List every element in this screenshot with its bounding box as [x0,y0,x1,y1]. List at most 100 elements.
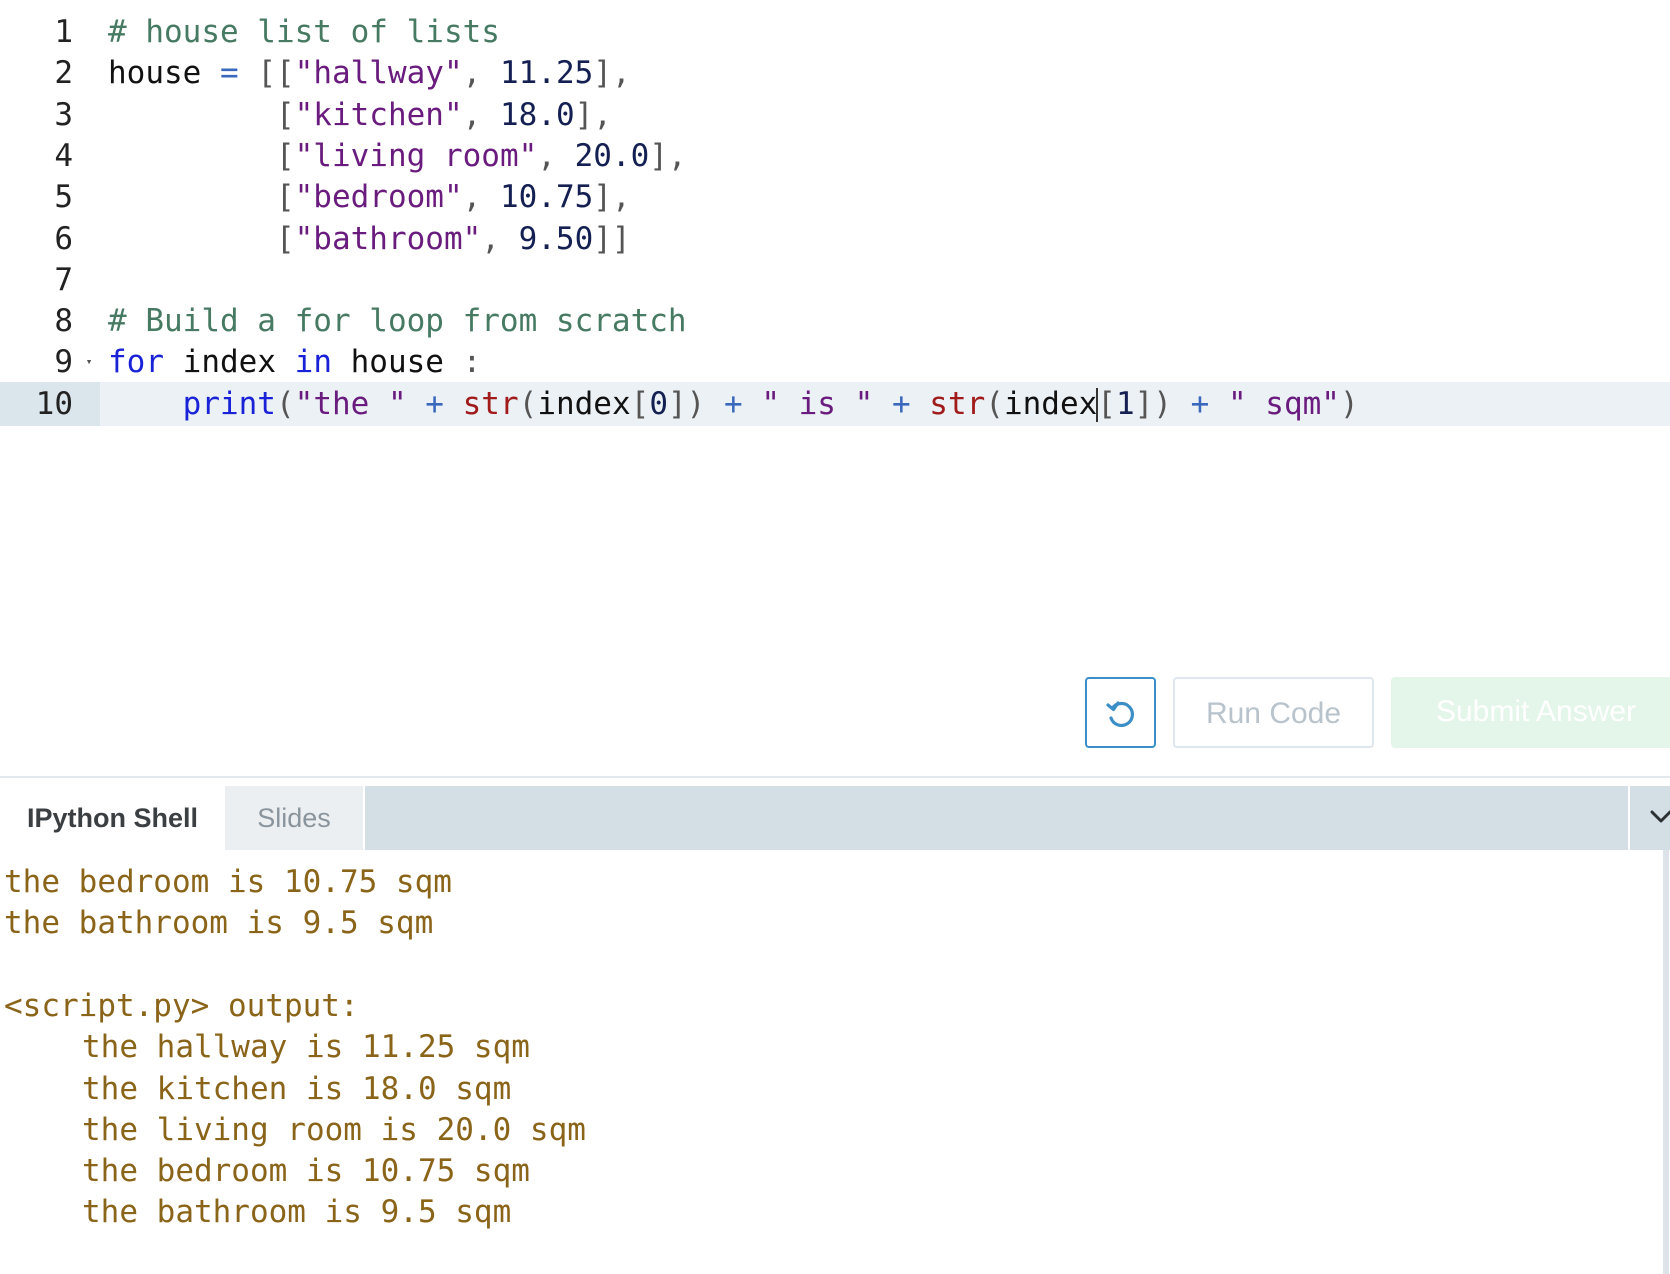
code-token: index [537,385,631,422]
code-line[interactable]: 3 ["kitchen", 18.0], [0,93,1670,137]
code-token: "bathroom" [294,220,482,257]
code-text: ["bathroom", 9.50]] [108,217,631,261]
code-token: 0 [649,385,668,422]
code-text: ["bedroom", 10.75], [108,175,631,219]
code-token: = [201,55,258,92]
code-token: + [1171,385,1228,422]
code-token: , [481,220,519,257]
line-number: 7 [54,261,73,298]
line-number: 2 [54,55,73,92]
code-token: "kitchen" [294,96,463,133]
shell-output-line: the bathroom is 9.5 sqm [82,1194,512,1231]
code-text: for index in house : [108,340,481,384]
run-code-button[interactable]: Run Code [1173,677,1374,748]
code-token: "living room" [294,137,538,174]
code-token: 9.50 [518,220,594,257]
code-token: [ [1097,385,1116,422]
shell-output-line: the living room is 20.0 sqm [82,1111,586,1148]
code-token: str [462,385,519,422]
code-token: [ [108,179,295,216]
code-token: ], [593,179,631,216]
code-token: "bedroom" [294,179,463,216]
code-text: ["kitchen", 18.0], [108,93,612,137]
code-text: # Build a for loop from scratch [108,299,687,343]
code-token: : [462,344,482,381]
code-token: [ [108,137,295,174]
code-token: [ [630,385,650,422]
shell-output-line: <script.py> output: [4,987,359,1024]
code-token: + [406,385,463,422]
code-token: 10.75 [499,179,594,216]
code-line[interactable]: 8 # Build a for loop from scratch [0,299,1670,343]
collapse-console-button[interactable] [1628,786,1670,850]
line-number: 1 [54,14,73,50]
code-line[interactable]: 1 # house list of lists [0,10,1670,54]
ipython-shell-output[interactable]: the bedroom is 10.75 sqm the bathroom is … [0,850,1670,1274]
chevron-down-icon [1650,810,1670,823]
code-token: + [705,385,762,422]
undo-icon [1106,701,1134,728]
submit-answer-button[interactable]: Submit Answer [1391,677,1670,748]
code-token: index [164,344,295,381]
code-token: print [182,385,276,422]
code-token: house [108,55,202,92]
code-text: house = [["hallway", 11.25], [108,51,631,95]
code-token: ( [518,385,538,422]
code-line[interactable]: 9 ▾ for index in house : [0,340,1670,384]
code-token: ]) [667,385,706,422]
code-text: # house list of lists [108,10,500,54]
code-token: , [537,137,575,174]
code-token: ( [985,385,1004,422]
code-text: print("the " + str(index[0]) + " is " + … [108,382,1359,426]
code-token: ], [574,96,612,133]
code-token: [ [108,96,295,133]
code-token: index [1003,385,1098,422]
code-token: [[ [257,55,295,92]
code-token: for [108,344,164,381]
shell-output-line: the bedroom is 10.75 sqm [82,1153,530,1190]
code-token: ( [275,385,295,422]
code-line[interactable]: 4 ["living room", 20.0], [0,134,1670,178]
code-token: ) [1339,385,1359,422]
code-editor[interactable]: 1 # house list of lists 2 house = [["hallwa… [0,0,1670,460]
code-token: "the " [294,385,407,422]
tab-ipython-shell[interactable]: IPython Shell [0,786,225,850]
code-line[interactable]: 6 ["bathroom", 9.50]] [0,217,1670,261]
code-token: ]) [1134,385,1172,422]
shell-output-line: the bathroom is 9.5 sqm [4,905,434,942]
code-text: ["living room", 20.0], [108,134,687,178]
code-line[interactable]: 10 print("the " + str(index[0]) + " is "… [0,381,1670,426]
line-number: 5 [54,179,73,216]
code-token: + [873,385,930,422]
code-token: ], [593,55,631,92]
code-line[interactable]: 5 ["bedroom", 10.75], [0,175,1670,219]
panel-divider[interactable] [0,776,1670,778]
console-tabbar: IPython Shell Slides [0,786,1670,850]
shell-scrollbar[interactable] [1663,850,1669,1274]
code-token: 1 [1115,385,1135,422]
code-token: in [294,344,332,381]
code-token: house [331,344,463,381]
code-token: "hallway" [294,55,463,92]
tab-slides[interactable]: Slides [225,786,365,850]
code-token: 11.25 [499,55,594,92]
shell-output-line: the kitchen is 18.0 sqm [82,1070,512,1107]
line-number: 3 [54,96,73,133]
line-number: 6 [54,220,73,257]
fold-toggle-icon[interactable]: ▾ [83,340,95,384]
code-line[interactable]: 7 [0,258,1670,302]
shell-output-line: the bedroom is 10.75 sqm [4,864,452,900]
line-number: 10 [0,381,100,426]
code-token: # house list of lists [108,14,500,50]
code-token: , [462,179,500,216]
code-token: str [929,385,986,422]
line-number: 8 [54,303,73,340]
code-token: " sqm" [1227,385,1340,422]
code-token: , [462,96,500,133]
reset-code-button[interactable] [1085,677,1156,748]
code-token: ], [649,137,687,174]
code-token: " is " [761,385,874,422]
code-line[interactable]: 2 house = [["hallway", 11.25], [0,51,1670,95]
code-token: 18.0 [499,96,575,133]
